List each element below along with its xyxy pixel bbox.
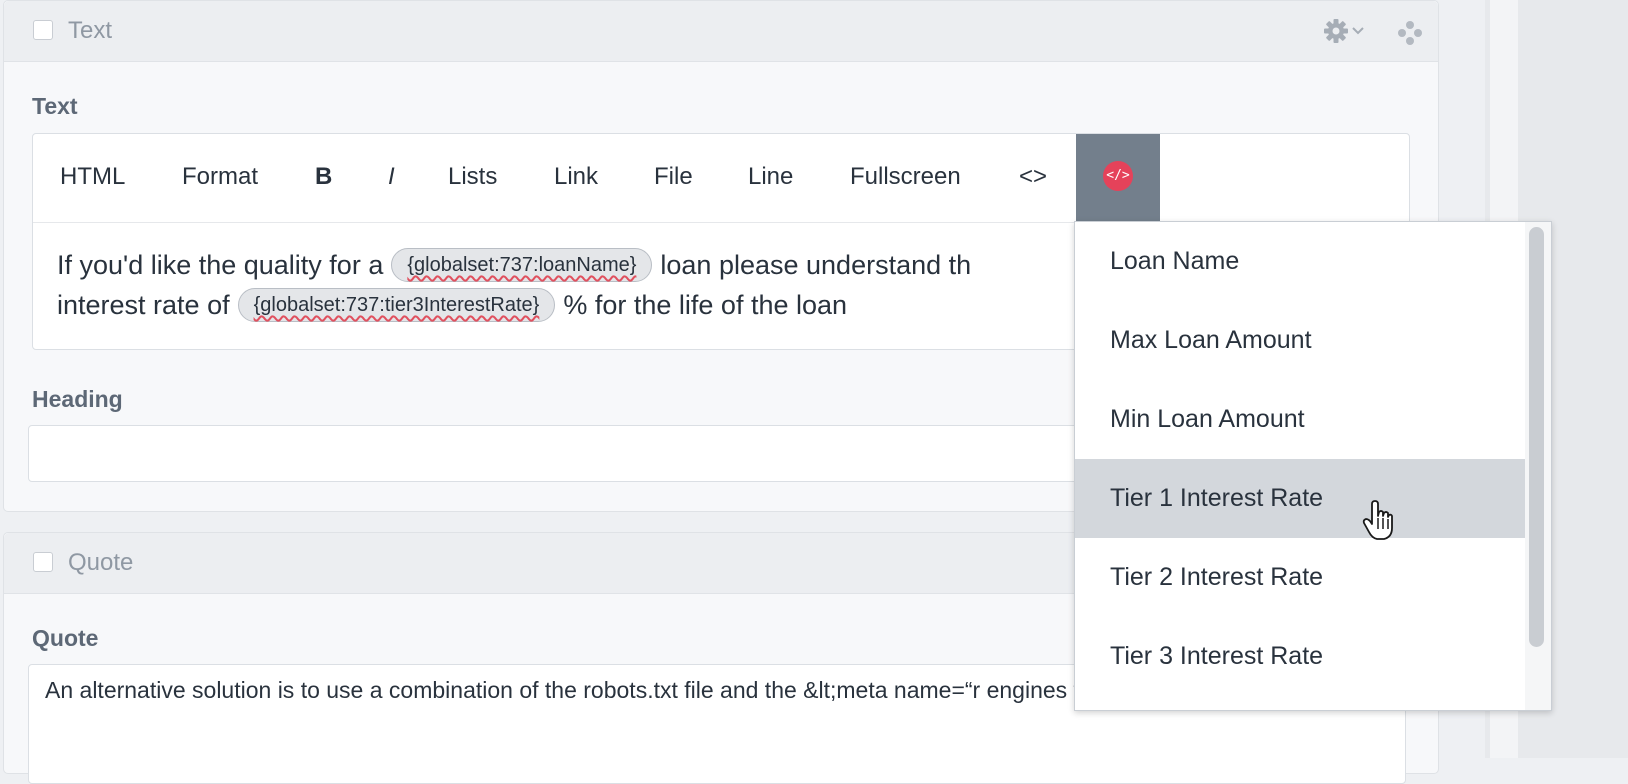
editor-line-2: interest rate of {globalset:737:tier3Inte… (57, 288, 847, 322)
toolbar-file-button[interactable]: File (654, 134, 693, 222)
toolbar-bold-button[interactable]: B (315, 134, 332, 222)
toolbar-lists-button[interactable]: Lists (448, 134, 497, 222)
dropdown-item-tier-3-interest-rate[interactable]: Tier 3 Interest Rate (1075, 617, 1525, 696)
text-block-select-checkbox[interactable] (33, 20, 53, 40)
toolbar-variables-button[interactable]: </> (1076, 134, 1160, 222)
heading-field-label: Heading (32, 386, 123, 412)
text-block-title: Text (68, 17, 113, 44)
hand-pointer-cursor-icon (1362, 500, 1393, 540)
text-field-label: Text (32, 93, 78, 119)
toolbar-link-button[interactable]: Link (554, 134, 598, 222)
toolbar-line-button[interactable]: Line (748, 134, 793, 222)
editor-text: loan please understand th (660, 250, 972, 280)
dropdown-item-tier-1-interest-rate[interactable]: Tier 1 Interest Rate (1075, 459, 1525, 538)
dropdown-item-tier-2-interest-rate[interactable]: Tier 2 Interest Rate (1075, 538, 1525, 617)
chevron-down-icon (1352, 27, 1364, 35)
variables-code-icon: </> (1103, 161, 1133, 191)
toolbar-html-button[interactable]: HTML (60, 134, 125, 222)
editor-text: If you'd like the quality for a (57, 250, 384, 280)
block-settings-menu[interactable] (1322, 17, 1372, 45)
dropdown-item-max-loan-amount[interactable]: Max Loan Amount (1075, 301, 1525, 380)
gear-icon (1324, 19, 1364, 43)
editor-text: interest rate of (57, 290, 230, 320)
toolbar-code-button[interactable]: <> (1019, 134, 1047, 222)
quote-field-label: Quote (32, 625, 99, 651)
toolbar-italic-button[interactable]: I (388, 134, 395, 222)
dropdown-item-min-loan-amount[interactable]: Min Loan Amount (1075, 380, 1525, 459)
editor-toolbar: HTML Format B I Lists Link File Line Ful… (33, 134, 1409, 223)
move-handle[interactable] (1397, 20, 1423, 46)
text-block-header: Text (4, 1, 1438, 62)
quote-block-title: Quote (68, 549, 134, 576)
dropdown-item-loan-name[interactable]: Loan Name (1075, 222, 1525, 301)
editor-text: % for the life of the loan (563, 290, 848, 320)
toolbar-fullscreen-button[interactable]: Fullscreen (850, 134, 961, 222)
variable-token[interactable]: {globalset:737:tier3InterestRate} (237, 288, 556, 322)
dropdown-scrollbar-thumb[interactable] (1529, 227, 1544, 647)
move-icon (1398, 21, 1422, 45)
editor-line-1: If you'd like the quality for a {globalse… (57, 248, 971, 282)
variable-token[interactable]: {globalset:737:loanName} (391, 248, 653, 282)
toolbar-format-button[interactable]: Format (182, 134, 258, 222)
quote-block-select-checkbox[interactable] (33, 552, 53, 572)
variables-dropdown: Loan Name Max Loan Amount Min Loan Amoun… (1074, 221, 1552, 711)
